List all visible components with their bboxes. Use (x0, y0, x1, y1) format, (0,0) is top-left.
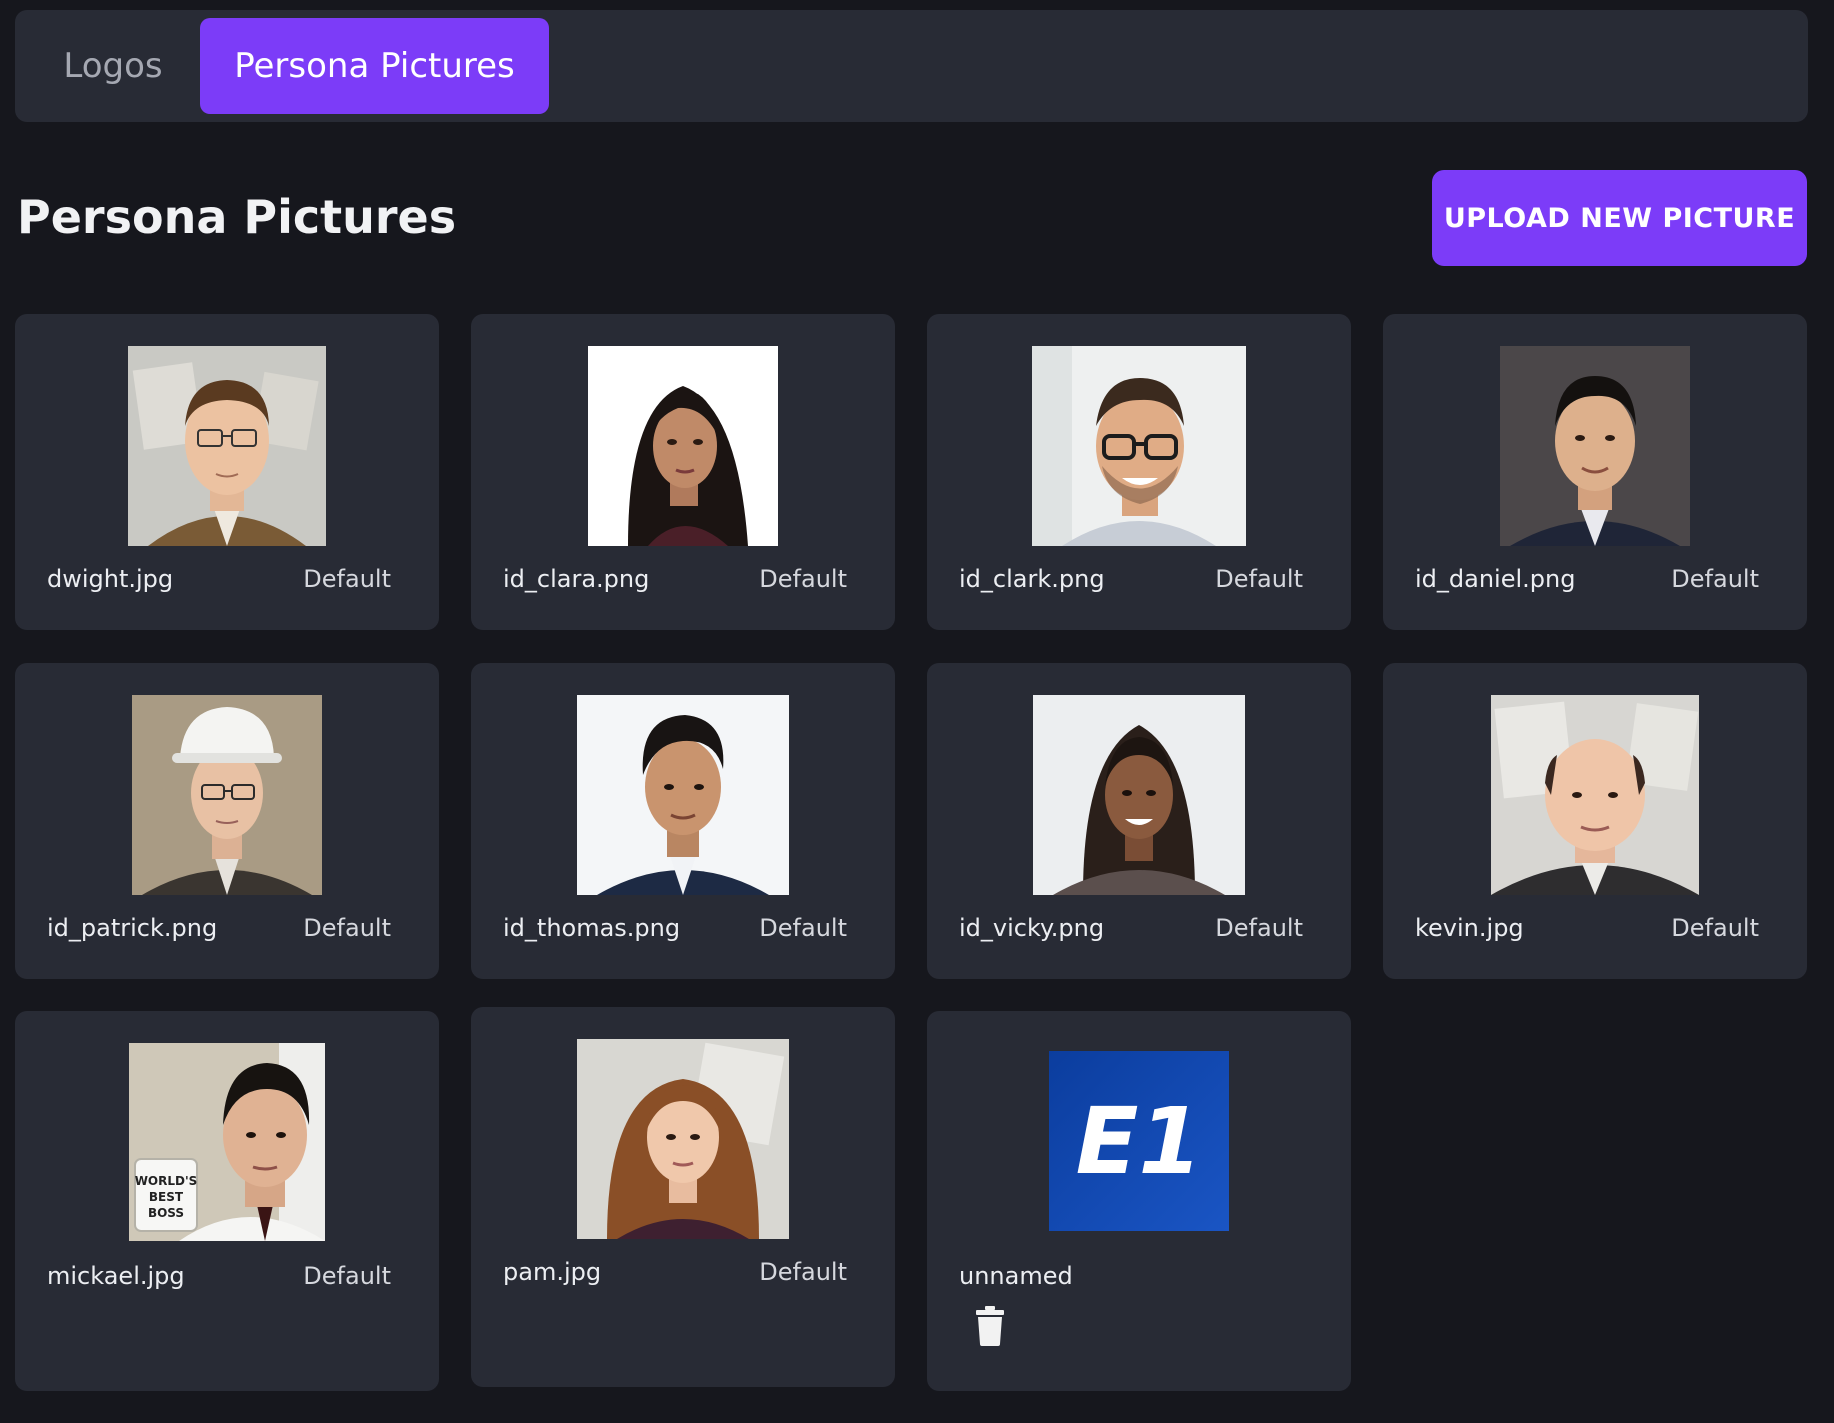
persona-thumbnail (128, 346, 326, 546)
persona-thumbnail (1491, 695, 1699, 895)
picture-status: Default (303, 565, 391, 593)
picture-filename: mickael.jpg (47, 1262, 185, 1290)
persona-thumbnail (577, 1039, 789, 1239)
picture-card: pam.jpg Default (471, 1007, 895, 1387)
picture-card: WORLD'S BEST BOSS mickael.jpg Default (15, 1011, 439, 1391)
picture-card: id_clara.png Default (471, 314, 895, 630)
logo-thumbnail: E1 (1049, 1051, 1229, 1231)
picture-status: Default (759, 1258, 847, 1286)
persona-thumbnail (577, 695, 789, 895)
picture-filename: kevin.jpg (1415, 914, 1524, 942)
persona-thumbnail (132, 695, 322, 895)
picture-status: Default (1215, 914, 1303, 942)
persona-thumbnail (588, 346, 778, 546)
picture-status: Default (1215, 565, 1303, 593)
picture-filename: id_clark.png (959, 565, 1105, 593)
picture-status: Default (303, 914, 391, 942)
mug-text-line-1: WORLD'S (135, 1174, 198, 1188)
picture-filename: id_clara.png (503, 565, 650, 593)
persona-thumbnail (1032, 346, 1246, 546)
picture-card: id_vicky.png Default (927, 663, 1351, 979)
picture-filename: id_daniel.png (1415, 565, 1576, 593)
picture-status: Default (759, 914, 847, 942)
tab-logos[interactable]: Logos (43, 18, 183, 114)
picture-card: dwight.jpg Default (15, 314, 439, 630)
persona-thumbnail (1033, 695, 1245, 895)
page-title: Persona Pictures (17, 190, 457, 244)
persona-thumbnail (1500, 346, 1690, 546)
picture-filename: pam.jpg (503, 1258, 602, 1286)
picture-card: id_daniel.png Default (1383, 314, 1807, 630)
persona-thumbnail: WORLD'S BEST BOSS (129, 1043, 325, 1241)
picture-card: kevin.jpg Default (1383, 663, 1807, 979)
picture-card: id_clark.png Default (927, 314, 1351, 630)
picture-filename: id_thomas.png (503, 914, 681, 942)
picture-status: Default (1671, 565, 1759, 593)
picture-status: Default (1671, 914, 1759, 942)
picture-status: Default (759, 565, 847, 593)
picture-card: id_thomas.png Default (471, 663, 895, 979)
picture-filename: id_patrick.png (47, 914, 218, 942)
tab-persona-pictures[interactable]: Persona Pictures (200, 18, 549, 114)
upload-new-picture-button[interactable]: UPLOAD NEW PICTURE (1432, 170, 1807, 266)
picture-card: id_patrick.png Default (15, 663, 439, 979)
tab-bar: Logos Persona Pictures (15, 10, 1808, 122)
trash-icon[interactable] (975, 1306, 1005, 1346)
mug-text-line-2: BEST (149, 1190, 184, 1204)
logo-text: E1 (1076, 1088, 1203, 1195)
picture-card: E1 unnamed (927, 1011, 1351, 1391)
picture-status: Default (303, 1262, 391, 1290)
picture-filename: unnamed (959, 1262, 1073, 1290)
picture-filename: id_vicky.png (959, 914, 1105, 942)
picture-filename: dwight.jpg (47, 565, 174, 593)
mug-text-line-3: BOSS (148, 1206, 184, 1220)
